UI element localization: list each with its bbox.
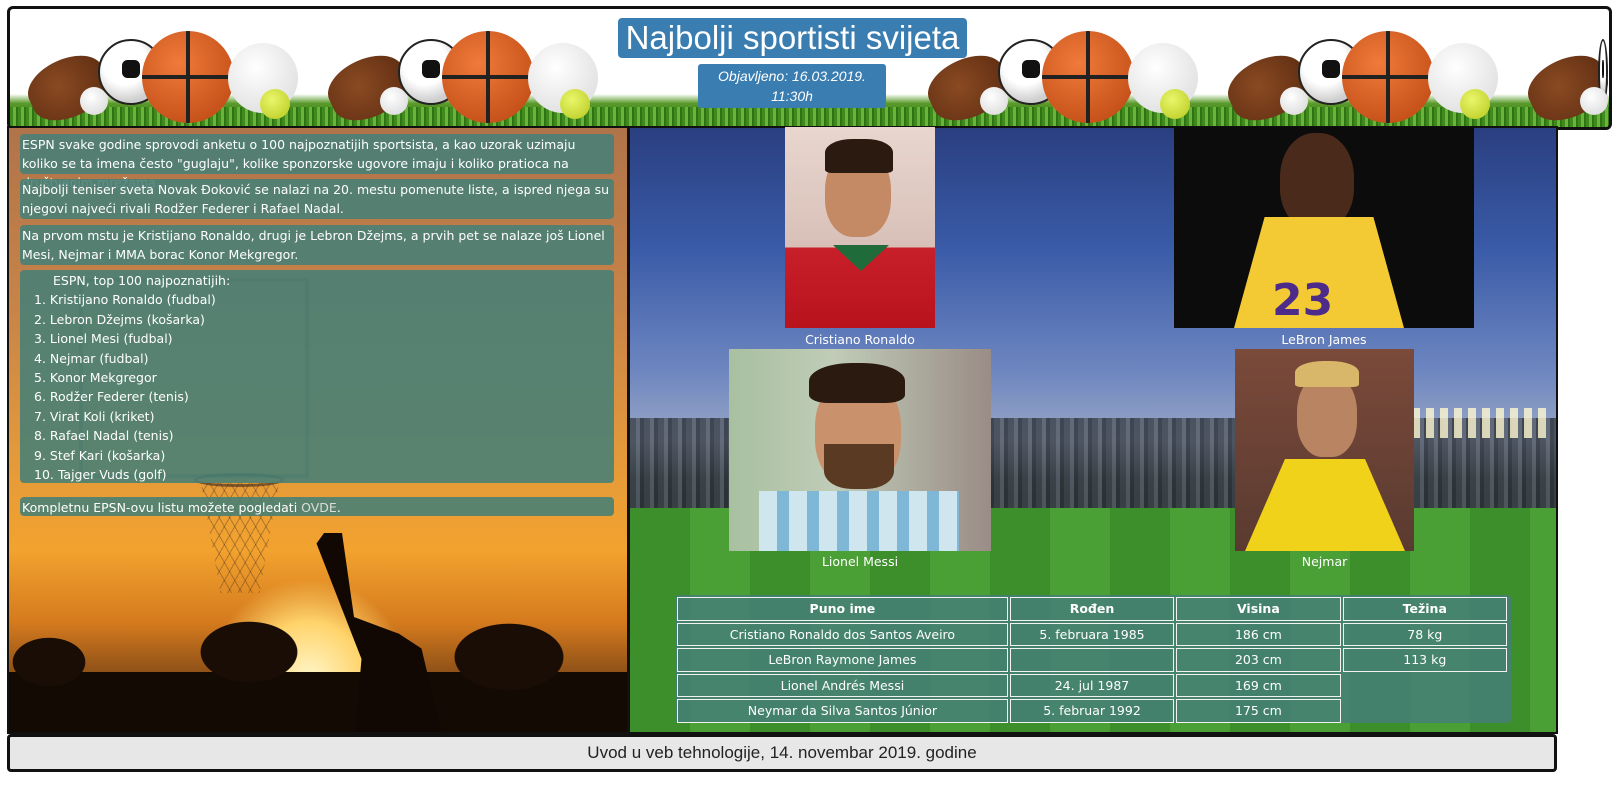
table-cell: Lionel Andrés Messi <box>677 673 1008 697</box>
page-footer: Uvod u veb tehnologije, 14. novembar 201… <box>7 734 1557 772</box>
athletes-table: Puno ime Rođen Visina Težina Cristiano R… <box>675 595 1509 725</box>
published-time-line: 11:30h <box>771 88 813 104</box>
table-row: LeBron Raymone James 203 cm 113 kg <box>677 648 1507 672</box>
ball-icon <box>1342 31 1434 123</box>
article-panel: ESPN svake godine sprovodi anketu o 100 … <box>7 126 629 734</box>
ball-icon <box>980 87 1008 115</box>
table-cell: 5. februara 1985 <box>1009 622 1175 646</box>
list-item: 3. Lionel Mesi (fudbal) <box>34 331 173 347</box>
page-header: Najbolji sportisti svijeta Objavljeno: 1… <box>7 6 1612 130</box>
article-paragraph-1: ESPN svake godine sprovodi anketu o 100 … <box>20 134 614 190</box>
header-full-name: Puno ime <box>677 597 1008 621</box>
table-cell: LeBron Raymone James <box>677 648 1008 672</box>
tree-silhouettes <box>9 612 627 732</box>
full-list-end: . <box>336 500 341 515</box>
table-cell: 24. jul 1987 <box>1009 673 1175 697</box>
table-cell-empty <box>1343 674 1507 698</box>
ball-icon <box>380 87 408 115</box>
ball-icon <box>260 89 290 119</box>
header-weight: Težina <box>1342 597 1507 621</box>
article-paragraph-3: Na prvom mstu je Kristijano Ronaldo, dru… <box>20 225 614 265</box>
list-item: 6. Rodžer Federer (tenis) <box>34 389 189 405</box>
ronaldo-caption: Cristiano Ronaldo <box>805 332 915 347</box>
ball-icon <box>1460 89 1490 119</box>
lebron-caption: LeBron James <box>1281 332 1367 347</box>
list-item: 7. Virat Koli (kriket) <box>34 408 155 424</box>
table-row: Lionel Andrés Messi 24. jul 1987 169 cm <box>677 673 1507 698</box>
neymar-caption: Nejmar <box>1301 554 1348 569</box>
list-item: 1. Kristijano Ronaldo (fudbal) <box>34 292 216 308</box>
table-cell: 78 kg <box>1342 622 1507 646</box>
ball-icon <box>1042 31 1134 123</box>
header-height: Visina <box>1176 597 1341 621</box>
ball-icon <box>442 31 534 123</box>
full-list-link[interactable]: OVDE <box>301 500 337 515</box>
ronaldo-photo <box>785 127 935 328</box>
table-header-row: Puno ime Rođen Visina Težina <box>677 597 1507 621</box>
table-cell: Cristiano Ronaldo dos Santos Aveiro <box>677 622 1008 646</box>
table-cell: 169 cm <box>1176 673 1341 697</box>
table-cell: 113 kg <box>1342 648 1507 672</box>
full-list-note: Kompletnu EPSN-ovu listu možete pogledat… <box>20 497 614 516</box>
table-cell: 175 cm <box>1176 699 1341 723</box>
table-row: Cristiano Ronaldo dos Santos Aveiro 5. f… <box>677 622 1507 646</box>
ball-icon <box>560 89 590 119</box>
ball-icon <box>1160 89 1190 119</box>
full-list-text: Kompletnu EPSN-ovu listu možete pogledat… <box>22 500 302 515</box>
table-cell: 5. februar 1992 <box>1009 699 1175 723</box>
top-list-title: ESPN, top 100 najpoznatijih: <box>53 273 231 288</box>
page-title: Najbolji sportisti svijeta <box>618 18 967 58</box>
top-list: 1. Kristijano Ronaldo (fudbal) 2. Lebron… <box>20 290 614 484</box>
list-item: 2. Lebron Džejms (košarka) <box>34 311 205 327</box>
article-paragraph-2: Najbolji teniser sveta Novak Đoković se … <box>20 179 614 219</box>
ball-icon <box>1580 87 1608 115</box>
ball-icon <box>1280 87 1308 115</box>
messi-photo <box>729 349 991 551</box>
table-row: Neymar da Silva Santos Júnior 5. februar… <box>677 699 1507 723</box>
ball-icon <box>142 31 234 123</box>
table-cell: 186 cm <box>1176 622 1341 646</box>
ball-icon <box>80 87 108 115</box>
published-date: Objavljeno: 16.03.2019. 11:30h <box>698 64 886 108</box>
list-item: 4. Nejmar (fudbal) <box>34 350 149 366</box>
athletes-table-box: Puno ime Rođen Visina Težina Cristiano R… <box>675 595 1511 723</box>
published-date-line: Objavljeno: 16.03.2019. <box>718 68 866 84</box>
table-cell-empty <box>1343 699 1507 723</box>
lebron-photo: 23 <box>1174 127 1474 328</box>
header-born: Rođen <box>1009 597 1175 621</box>
table-cell: 203 cm <box>1176 648 1341 672</box>
list-item: 8. Rafael Nadal (tenis) <box>34 428 174 444</box>
table-cell: Neymar da Silva Santos Júnior <box>677 699 1008 723</box>
list-item: 9. Stef Kari (košarka) <box>34 447 166 463</box>
top-list-box: ESPN, top 100 najpoznatijih: 1. Kristija… <box>20 270 614 483</box>
messi-caption: Lionel Messi <box>821 554 899 569</box>
neymar-photo <box>1235 349 1414 551</box>
list-item: 10. Tajger Vuds (golf) <box>34 467 167 483</box>
list-item: 5. Konor Mekgregor <box>34 370 157 386</box>
table-cell <box>1009 648 1175 672</box>
